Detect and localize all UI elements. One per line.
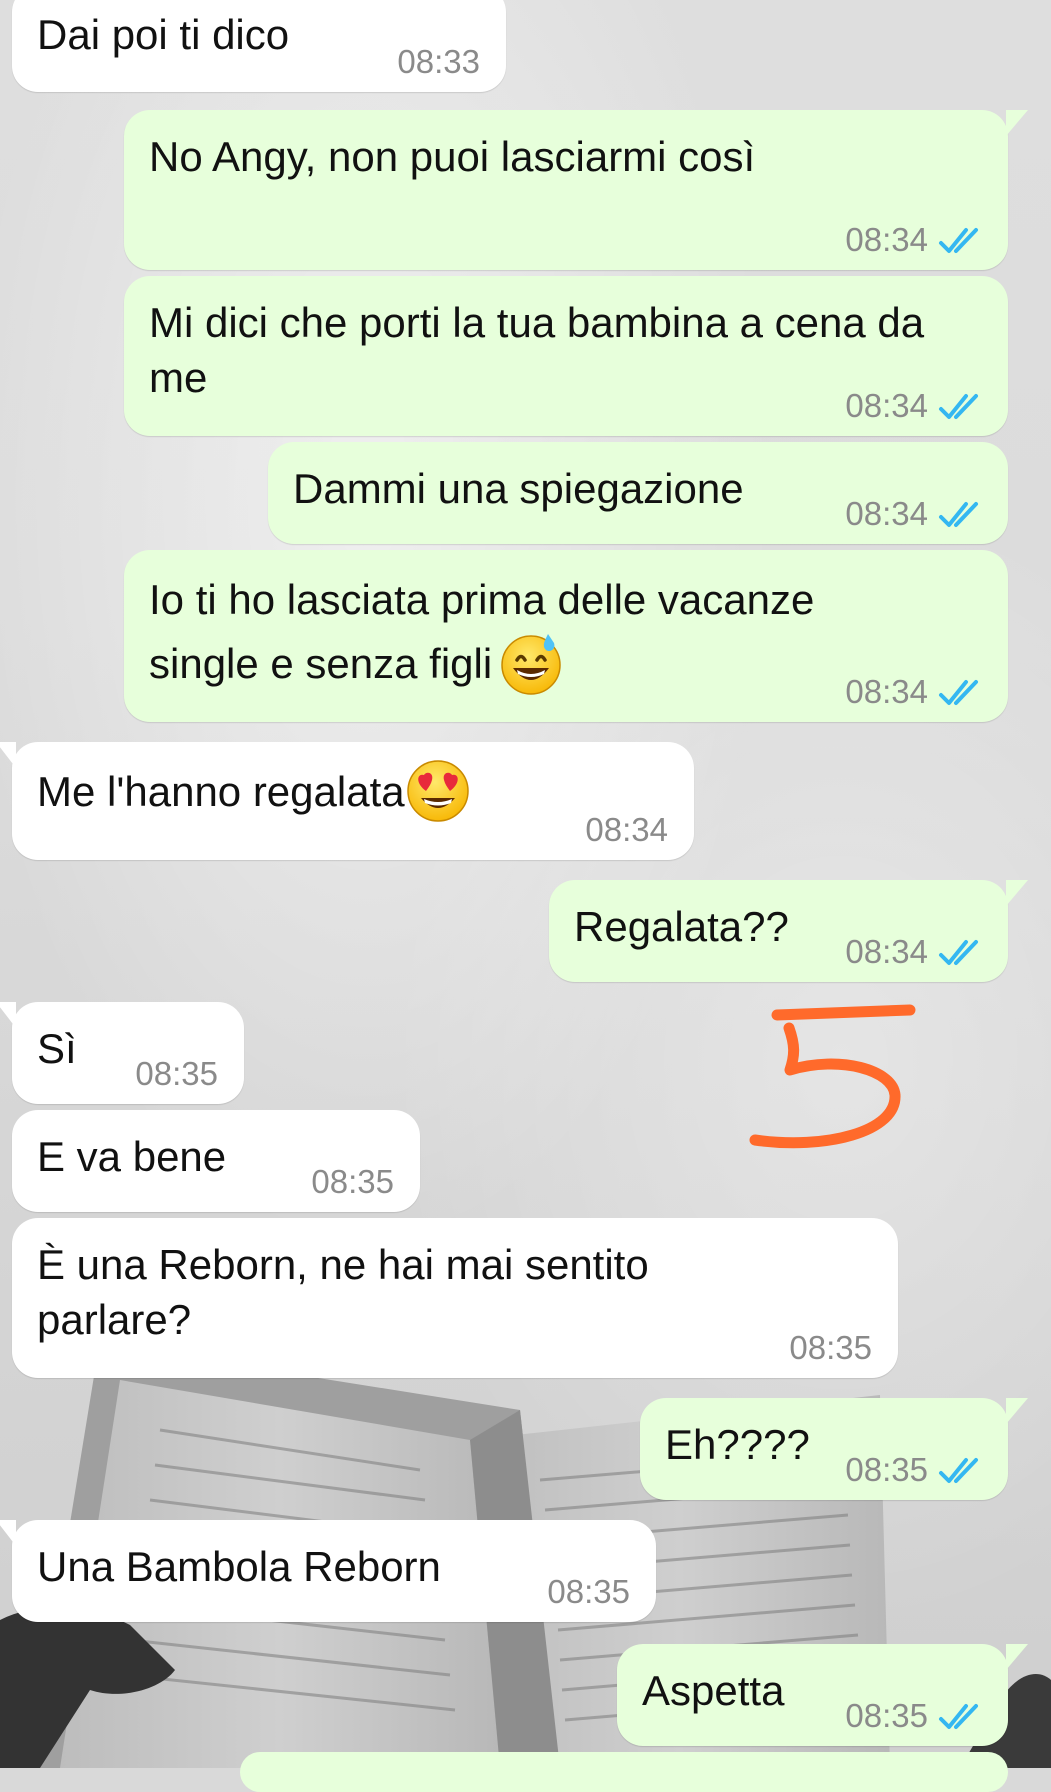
- message-timestamp: 08:35: [135, 1055, 218, 1092]
- double-check-read-icon: [939, 502, 978, 527]
- hand-drawn-five-scribble-icon: [749, 1004, 916, 1149]
- double-check-read-icon: [939, 680, 978, 705]
- message-timestamp: 08:35: [789, 1329, 872, 1366]
- double-check-read-icon: [939, 1704, 978, 1729]
- bubble-tail: [1006, 1398, 1028, 1424]
- message-bubble-outgoing[interactable]: Dammi una spiegazione 08:34: [268, 442, 1008, 544]
- message-timestamp: 08:33: [397, 43, 480, 80]
- message-timestamp: 08:34: [845, 221, 928, 258]
- message-timestamp: 08:34: [845, 387, 928, 424]
- grinning-sweat-emoji-icon: [501, 633, 561, 695]
- message-timestamp: 08:35: [845, 1697, 928, 1734]
- message-bubble-outgoing[interactable]: Eh???? 08:35: [640, 1398, 1028, 1500]
- message-bubble-incoming[interactable]: Una Bambola Reborn 08:35: [0, 1520, 656, 1622]
- heart-eyes-emoji-icon: [406, 760, 469, 822]
- message-bubble-outgoing[interactable]: Io ti ho lasciata prima delle vacanze si…: [124, 550, 1008, 722]
- message-timestamp: 08:34: [845, 673, 928, 710]
- double-check-read-icon: [939, 1458, 978, 1483]
- double-check-read-icon: [939, 228, 978, 253]
- message-timestamp: 08:34: [845, 933, 928, 970]
- bubble-tail: [1006, 110, 1028, 136]
- message-bubble-outgoing[interactable]: Regalata?? 08:34: [549, 880, 1028, 982]
- message-text: No Angy, non puoi lasciarmi così: [149, 133, 756, 180]
- message-bubble-incoming[interactable]: È una Reborn, ne hai mai sentito parlare…: [12, 1218, 898, 1378]
- message-bubble-incoming[interactable]: Me l'hanno regalata 08:34: [0, 742, 694, 860]
- message-text: Eh????: [665, 1421, 810, 1468]
- bubble-tail: [0, 1520, 16, 1546]
- message-text-content: Io ti ho lasciata prima delle vacanze si…: [149, 576, 815, 687]
- message-bubble-outgoing[interactable]: Aspetta 08:35: [617, 1644, 1028, 1746]
- message-bubble-incoming[interactable]: E va bene 08:35: [12, 1110, 420, 1212]
- message-text-content: Me l'hanno regalata: [37, 768, 405, 816]
- bubble-tail: [1006, 880, 1028, 906]
- double-check-read-icon: [939, 394, 978, 419]
- message-text: Una Bambola Reborn: [37, 1543, 441, 1590]
- message-text: È una Reborn, ne hai mai sentito parlare…: [37, 1241, 649, 1343]
- message-bubble-outgoing[interactable]: No Angy, non puoi lasciarmi così 08:34: [124, 110, 1028, 270]
- message-timestamp: 08:34: [845, 495, 928, 532]
- message-timestamp: 08:35: [845, 1451, 928, 1488]
- message-bubble-outgoing[interactable]: Mi dici che porti la tua bambina a cena …: [124, 276, 1008, 436]
- message-bubble-incoming[interactable]: Dai poi ti dico 08:33: [12, 0, 506, 92]
- message-timestamp: 08:34: [585, 811, 668, 848]
- message-timestamp: 08:35: [547, 1573, 630, 1610]
- message-text: Me l'hanno regalata: [37, 760, 669, 828]
- bubble-tail: [0, 1002, 16, 1028]
- double-check-read-icon: [939, 940, 978, 965]
- message-bubble-incoming[interactable]: Sì 08:35: [0, 1002, 244, 1104]
- bubble-tail: [1006, 1644, 1028, 1670]
- message-bubble-outgoing-partial[interactable]: [240, 1752, 1008, 1792]
- bubble-tail: [0, 742, 16, 768]
- message-timestamp: 08:35: [311, 1163, 394, 1200]
- message-text: Io ti ho lasciata prima delle vacanze si…: [149, 568, 868, 700]
- message-text: Aspetta: [642, 1667, 785, 1714]
